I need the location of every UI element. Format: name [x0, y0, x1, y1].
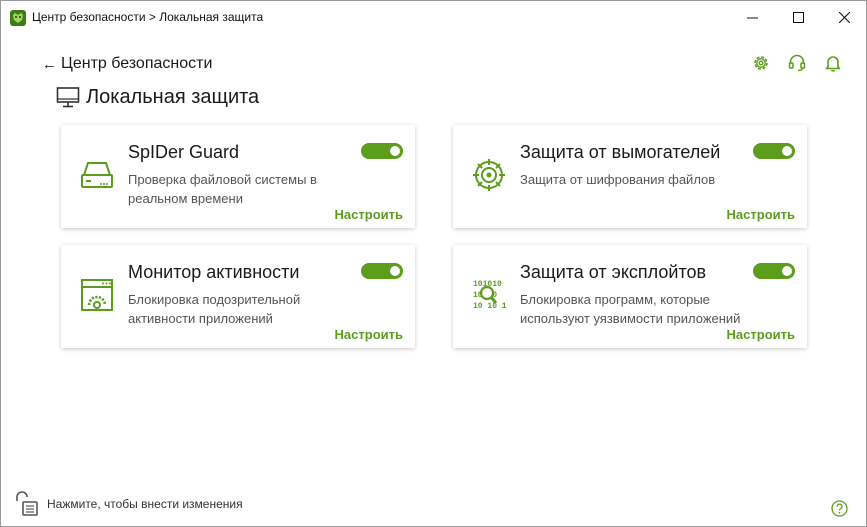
support-headset-icon[interactable] — [787, 53, 807, 73]
card-description: Защита от шифрования файлов — [520, 172, 716, 187]
card-description: Проверка файловой системы в реальном вре… — [128, 172, 317, 206]
card-spider-guard: SpIDer Guard Проверка файловой системы в… — [61, 125, 415, 228]
activity-monitor-icon — [81, 279, 113, 311]
hard-drive-icon — [81, 162, 113, 188]
exploit-scan-icon: 101010 10 10 10 10 10 — [473, 280, 507, 311]
ransomware-shield-icon — [473, 159, 505, 191]
back-arrow-icon: ← — [42, 55, 57, 73]
card-title: SpIDer Guard — [128, 142, 240, 162]
configure-link[interactable]: Настроить — [335, 327, 403, 342]
card-exploit-protection: 101010 10 10 10 10 10 Защита от эксплойт… — [453, 245, 807, 348]
card-title: Монитор активности — [128, 262, 300, 282]
toggle-knob — [390, 266, 400, 276]
title-bar: Центр безопасности > Локальная защита — [1, 1, 866, 33]
activity-monitor-toggle[interactable] — [361, 263, 403, 279]
card-description: Блокировка программ, которые используют … — [520, 292, 741, 326]
close-button[interactable] — [821, 1, 867, 33]
exploit-protection-toggle[interactable] — [753, 263, 795, 279]
toggle-knob — [782, 266, 792, 276]
configure-link[interactable]: Настроить — [335, 207, 403, 222]
ransomware-protection-toggle[interactable] — [753, 143, 795, 159]
card-activity-monitor: Монитор активности Блокировка подозрител… — [61, 245, 415, 348]
configure-link[interactable]: Настроить — [727, 207, 795, 222]
toggle-knob — [782, 146, 792, 156]
spider-guard-toggle[interactable] — [361, 143, 403, 159]
binary-text: 10 10 10 — [473, 302, 507, 311]
minimize-icon — [746, 17, 758, 18]
maximize-icon — [792, 11, 804, 23]
card-title: Защита от эксплойтов — [520, 262, 707, 282]
padlock-open-icon — [16, 491, 38, 516]
card-title: Защита от вымогателей — [520, 142, 721, 162]
page-title: Локальная защита — [86, 85, 260, 108]
back-link-label: Центр безопасности — [61, 55, 213, 72]
toggle-knob — [390, 146, 400, 156]
back-link[interactable]: ← Центр безопасности — [42, 55, 212, 73]
settings-icon[interactable] — [751, 53, 771, 73]
card-ransomware-protection: Защита от вымогателей Защита от шифрован… — [453, 125, 807, 228]
help-icon[interactable] — [831, 500, 848, 517]
computer-monitor-icon — [56, 87, 80, 108]
card-description: Блокировка подозрительной активности при… — [128, 292, 301, 326]
minimize-button[interactable] — [729, 1, 775, 33]
configure-link[interactable]: Настроить — [727, 327, 795, 342]
unlock-changes-label: Нажмите, чтобы внести изменения — [47, 497, 243, 511]
drweb-logo-icon — [10, 10, 26, 26]
notifications-bell-icon[interactable] — [823, 53, 843, 73]
app-window: Центр безопасности > Локальная защита ← … — [0, 0, 867, 527]
close-icon — [838, 11, 850, 23]
maximize-button[interactable] — [775, 1, 821, 33]
unlock-changes-button[interactable]: Нажмите, чтобы внести изменения — [15, 491, 243, 517]
page-heading: Локальная защита — [56, 85, 259, 109]
window-title: Центр безопасности > Локальная защита — [32, 10, 264, 24]
